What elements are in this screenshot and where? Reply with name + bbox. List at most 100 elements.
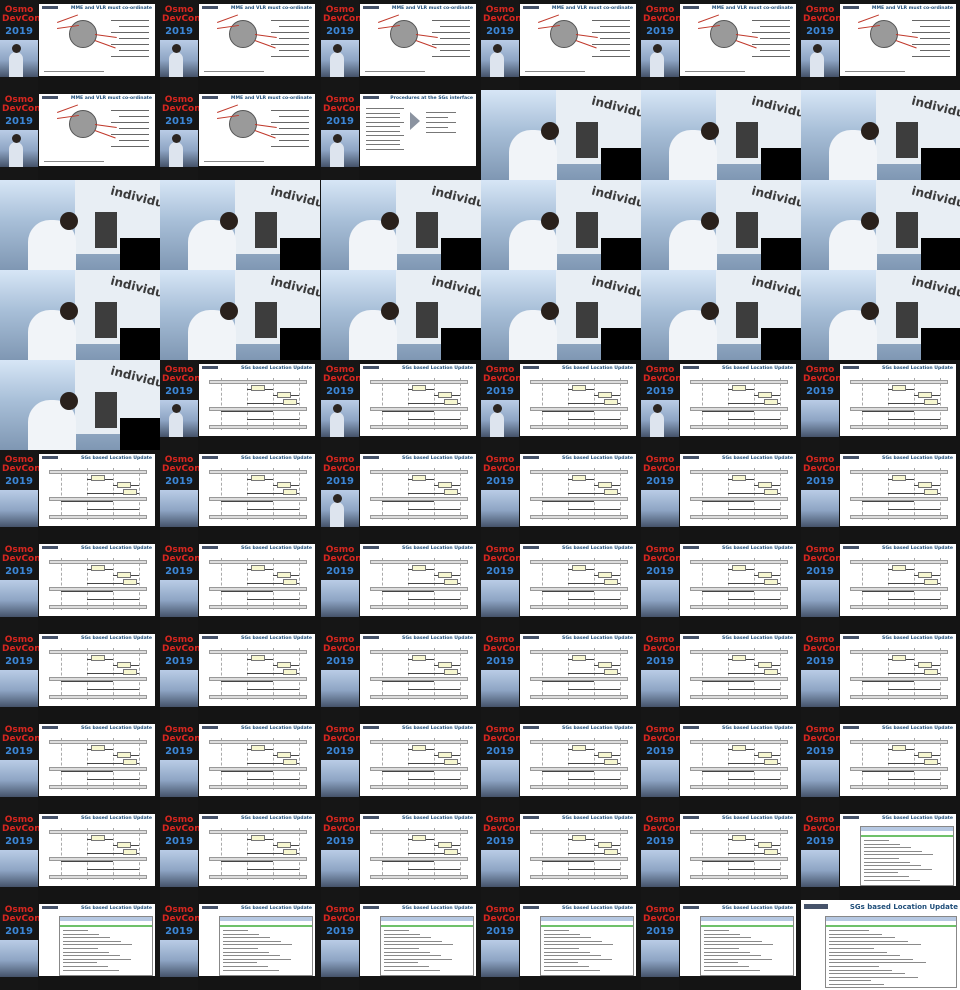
thumbnail-video[interactable]: individu — [0, 360, 160, 450]
bullet-line — [111, 146, 149, 147]
thumbnail-ws[interactable]: Osmo DevCon 2019 SGs based Location Update — [801, 810, 960, 900]
thumbnail-sgs[interactable]: Osmo DevCon 2019 SGs based Location Update — [321, 360, 481, 450]
thumbnail-sgs[interactable]: Osmo DevCon 2019 SGs based Location Update — [801, 360, 960, 450]
thumbnail-ws[interactable]: Osmo DevCon 2019 SGs based Location Update — [481, 900, 641, 990]
thumbnail-sgs[interactable]: Osmo DevCon 2019 SGs based Location Update — [0, 450, 160, 540]
capture-line — [544, 962, 578, 964]
thumbnail-sgs[interactable]: Osmo DevCon 2019 SGs based Location Update — [641, 360, 801, 450]
slide-title: SGs based Location Update — [562, 366, 633, 371]
logo-line-2: DevCon — [323, 554, 362, 564]
thumbnail-mme[interactable]: Osmo DevCon 2019 MME and VLR must co-ordina… — [641, 0, 801, 90]
thumbnail-sgs[interactable]: Osmo DevCon 2019 SGs based Location Update — [160, 450, 320, 540]
thumbnail-video[interactable]: individu — [641, 90, 801, 180]
thumbnail-sgs[interactable]: Osmo DevCon 2019 SGs based Location Update — [321, 720, 481, 810]
slide-brand-logo — [42, 636, 58, 639]
capture-line — [829, 948, 874, 949]
capture-line — [829, 955, 900, 957]
thumbnail-sgs[interactable]: Osmo DevCon 2019 SGs based Location Update — [321, 450, 481, 540]
conference-logo: Osmo DevCon 2019 — [162, 6, 201, 37]
logo-line-2: DevCon — [483, 554, 522, 564]
sequence-lifeline — [434, 378, 435, 430]
thumbnail-sgs[interactable]: Osmo DevCon 2019 SGs based Location Update — [481, 540, 641, 630]
sequence-note — [277, 842, 291, 848]
thumbnail-ws[interactable]: Osmo DevCon 2019 SGs based Location Update — [321, 900, 481, 990]
phase-bar — [209, 695, 307, 699]
thumbnail-video[interactable]: individu — [641, 270, 801, 360]
thumbnail-sgs[interactable]: Osmo DevCon 2019 SGs based Location Update — [481, 810, 641, 900]
thumbnail-sgs[interactable]: Osmo DevCon 2019 SGs based Location Update — [641, 810, 801, 900]
thumbnail-sgs[interactable]: Osmo DevCon 2019 SGs based Location Update — [160, 720, 320, 810]
thumbnail-mme[interactable]: Osmo DevCon 2019 MME and VLR must co-ordina… — [160, 0, 320, 90]
thumbnail-sgs[interactable]: Osmo DevCon 2019 SGs based Location Update — [481, 450, 641, 540]
speaker-sidebar: Osmo DevCon 2019 — [321, 630, 362, 720]
thumbnail-sgs[interactable]: Osmo DevCon 2019 SGs based Location Update — [641, 720, 801, 810]
thumbnail-video[interactable]: individu — [801, 90, 960, 180]
thumbnail-ws[interactable]: Osmo DevCon 2019 SGs based Location Update — [160, 900, 320, 990]
thumbnail-sgs[interactable]: Osmo DevCon 2019 SGs based Location Update — [0, 810, 160, 900]
thumbnail-ws[interactable]: Osmo DevCon 2019 SGs based Location Update — [641, 900, 801, 990]
thumbnail-sgs[interactable]: Osmo DevCon 2019 SGs based Location Update — [801, 630, 960, 720]
thumbnail-sgs[interactable]: Osmo DevCon 2019 SGs based Location Update — [801, 450, 960, 540]
thumbnail-sgs[interactable]: Osmo DevCon 2019 SGs based Location Update — [481, 720, 641, 810]
slide-brand-logo — [523, 726, 539, 729]
speaker-sidebar: Osmo DevCon 2019 — [321, 810, 362, 900]
thumbnail-video[interactable]: individu — [801, 270, 960, 360]
thumbnail-sgs[interactable]: Osmo DevCon 2019 SGs based Location Update — [321, 540, 481, 630]
thumbnail-mme[interactable]: Osmo DevCon 2019 MME and VLR must co-ordina… — [481, 0, 641, 90]
bullet-line — [600, 38, 630, 39]
thumbnail-sgs[interactable]: Osmo DevCon 2019 SGs based Location Update — [801, 720, 960, 810]
thumbnail-video[interactable]: individu — [321, 270, 481, 360]
sequence-note — [604, 849, 618, 855]
thumbnail-sgs[interactable]: Osmo DevCon 2019 SGs based Location Update — [801, 540, 960, 630]
speaker-sidebar: Osmo DevCon 2019 — [801, 360, 842, 450]
thumbnail-ws[interactable]: Osmo DevCon 2019 SGs based Location Update — [0, 900, 160, 990]
thumbnail-sgs[interactable]: Osmo DevCon 2019 SGs based Location Update — [160, 540, 320, 630]
thumbnail-sgs[interactable]: Osmo DevCon 2019 SGs based Location Update — [160, 360, 320, 450]
thumbnail-video[interactable]: individu — [0, 270, 160, 360]
speaker-camera — [321, 580, 359, 617]
thumbnail-sgs[interactable]: Osmo DevCon 2019 SGs based Location Update — [481, 360, 641, 450]
capture-line — [223, 933, 259, 935]
capture-selected-row — [381, 925, 473, 927]
thumbnail-video[interactable]: individu — [481, 180, 641, 270]
thumbnail-sgs[interactable]: Osmo DevCon 2019 SGs based Location Update — [0, 720, 160, 810]
thumbnail-big[interactable]: SGs based Location Update — [801, 900, 960, 990]
thumbnail-sgs[interactable]: Osmo DevCon 2019 SGs based Location Update — [321, 630, 481, 720]
thumbnail-mme[interactable]: Osmo DevCon 2019 MME and VLR must co-ordina… — [801, 0, 960, 90]
signal-line — [895, 34, 918, 39]
phase-bar — [850, 695, 948, 699]
thumbnail-sgs[interactable]: Osmo DevCon 2019 SGs based Location Update — [160, 810, 320, 900]
capture-toolbar — [861, 827, 953, 831]
bullet-line — [432, 56, 470, 57]
thumbnail-proc[interactable]: Osmo DevCon 2019 Procedures at the SGs inte… — [321, 90, 481, 180]
thumbnail-video[interactable]: individu — [641, 180, 801, 270]
thumbnail-sgs[interactable]: Osmo DevCon 2019 SGs based Location Update — [0, 630, 160, 720]
slide-title: SGs based Location Update — [402, 366, 473, 371]
thumbnail-video[interactable]: individu — [160, 270, 320, 360]
thumbnail-mme[interactable]: Osmo DevCon 2019 MME and VLR must co-ordina… — [0, 0, 160, 90]
speaker-camera — [801, 670, 839, 707]
logo-line-2: DevCon — [483, 464, 522, 474]
slide-brand-logo — [683, 366, 699, 369]
thumbnail-mme[interactable]: Osmo DevCon 2019 MME and VLR must co-ordina… — [160, 90, 320, 180]
thumbnail-sgs[interactable]: Osmo DevCon 2019 SGs based Location Update — [641, 540, 801, 630]
thumbnail-video[interactable]: individu — [801, 180, 960, 270]
stage-video-frame: individu — [160, 270, 320, 360]
thumbnail-video[interactable]: individu — [0, 180, 160, 270]
slide-title: SGs based Location Update — [562, 816, 633, 821]
thumbnail-video[interactable]: individu — [481, 270, 641, 360]
logo-line-2: DevCon — [2, 14, 41, 24]
thumbnail-mme[interactable]: Osmo DevCon 2019 MME and VLR must co-ordina… — [321, 0, 481, 90]
thumbnail-sgs[interactable]: Osmo DevCon 2019 SGs based Location Update — [0, 540, 160, 630]
bullet-line — [271, 110, 309, 111]
sequence-lifeline — [594, 558, 595, 610]
thumbnail-video[interactable]: individu — [481, 90, 641, 180]
thumbnail-sgs[interactable]: Osmo DevCon 2019 SGs based Location Update — [481, 630, 641, 720]
thumbnail-video[interactable]: individu — [160, 180, 320, 270]
thumbnail-sgs[interactable]: Osmo DevCon 2019 SGs based Location Update — [321, 810, 481, 900]
thumbnail-sgs[interactable]: Osmo DevCon 2019 SGs based Location Update — [160, 630, 320, 720]
thumbnail-sgs[interactable]: Osmo DevCon 2019 SGs based Location Update — [641, 450, 801, 540]
thumbnail-video[interactable]: individu — [321, 180, 481, 270]
thumbnail-sgs[interactable]: Osmo DevCon 2019 SGs based Location Update — [641, 630, 801, 720]
thumbnail-mme[interactable]: Osmo DevCon 2019 MME and VLR must co-ordina… — [0, 90, 160, 180]
